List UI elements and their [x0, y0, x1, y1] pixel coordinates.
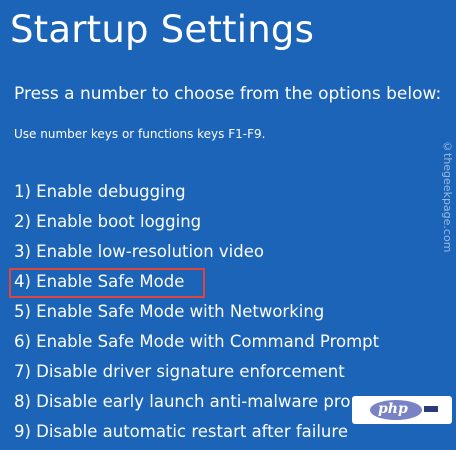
php-logo-suffix: [424, 406, 438, 412]
page-title: Startup Settings: [10, 8, 315, 51]
option-disable-auto-restart[interactable]: 9) Disable automatic restart after failu…: [14, 420, 379, 450]
key-hint-text: Use number keys or functions keys F1-F9.: [14, 127, 266, 141]
option-safe-mode-command-prompt[interactable]: 6) Enable Safe Mode with Command Prompt: [14, 330, 379, 360]
watermark-text: ©thegeekpage.com: [441, 140, 454, 253]
option-enable-boot-logging[interactable]: 2) Enable boot logging: [14, 210, 379, 240]
php-logo-mark: php: [370, 400, 438, 420]
php-logo: php: [352, 396, 452, 424]
option-disable-early-launch-antimalware[interactable]: 8) Disable early launch anti-malware pro: [14, 390, 379, 420]
php-logo-text: php: [378, 401, 408, 417]
option-enable-safe-mode[interactable]: 4) Enable Safe Mode: [14, 270, 379, 300]
instruction-text: Press a number to choose from the option…: [14, 84, 442, 104]
startup-options-list: 1) Enable debugging 2) Enable boot loggi…: [14, 180, 379, 450]
option-safe-mode-networking[interactable]: 5) Enable Safe Mode with Networking: [14, 300, 379, 330]
option-enable-low-resolution-video[interactable]: 3) Enable low-resolution video: [14, 240, 379, 270]
option-disable-driver-signature[interactable]: 7) Disable driver signature enforcement: [14, 360, 379, 390]
option-enable-debugging[interactable]: 1) Enable debugging: [14, 180, 379, 210]
